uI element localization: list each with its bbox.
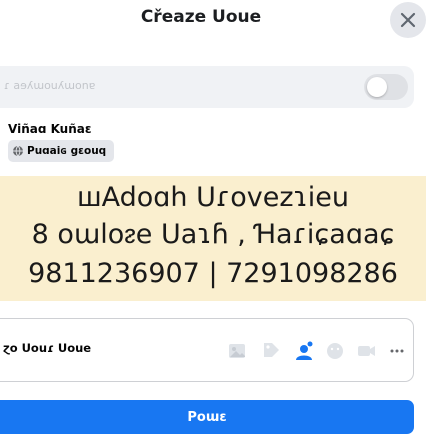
more-icon bbox=[390, 349, 404, 353]
toggle-knob bbox=[367, 77, 387, 97]
author-block: Viñaɑ Kuñaɛ Puɑaiɢ gɛouq bbox=[8, 122, 115, 162]
privacy-label: Puɑaiɢ gɛouq bbox=[27, 145, 107, 157]
post-text-area[interactable]: ꟺAdoɑh Uɾovezɿieu 8 oɯloᴤe Uaɿɦ , Ɦaɾiɕa… bbox=[0, 176, 426, 301]
check-in-icon bbox=[327, 343, 343, 359]
post-text-line-3: 9811236907 | 7291098286 bbox=[28, 258, 398, 289]
dialog-title: Cřeaze Uoue bbox=[140, 7, 262, 27]
check-in-button[interactable] bbox=[322, 338, 348, 364]
post-text-line-2: 8 oɯloᴤe Uaɿɦ , Ɦaɾiɕaɑaɕ bbox=[31, 219, 395, 250]
dialog-header: Cřeaze Uoue bbox=[0, 0, 426, 42]
post-text-line-1: ꟺAdoɑh Uɾovezɿieu bbox=[76, 182, 350, 213]
feeling-icon bbox=[296, 341, 313, 360]
photo-button[interactable] bbox=[224, 338, 250, 364]
anonymous-label: ɾ aɘʎɯouʎɯonɐ bbox=[4, 79, 96, 92]
author-name: Viñaɑ Kuñaɛ bbox=[8, 122, 92, 136]
anonymous-post-row[interactable]: ɾ aɘʎɯouʎɯonɐ bbox=[0, 66, 414, 108]
feeling-button[interactable] bbox=[291, 338, 317, 364]
messenger-icon bbox=[358, 346, 375, 356]
more-button[interactable] bbox=[384, 338, 410, 364]
tag-people-button[interactable] bbox=[258, 338, 284, 364]
close-icon bbox=[400, 12, 416, 28]
privacy-selector[interactable]: Puɑaiɢ gɛouq bbox=[8, 140, 115, 162]
messenger-button[interactable] bbox=[353, 338, 379, 364]
post-button[interactable]: Poɯɛ bbox=[0, 400, 414, 434]
add-to-post-label: ɀo Uouɾ Uoue bbox=[3, 341, 92, 355]
anonymous-toggle[interactable] bbox=[364, 74, 408, 100]
close-button[interactable] bbox=[390, 2, 426, 38]
globe-icon bbox=[13, 145, 23, 157]
photo-icon bbox=[229, 344, 245, 358]
add-to-post-bar: ɀo Uouɾ Uoue bbox=[0, 318, 414, 382]
tag-people-icon bbox=[264, 343, 279, 357]
